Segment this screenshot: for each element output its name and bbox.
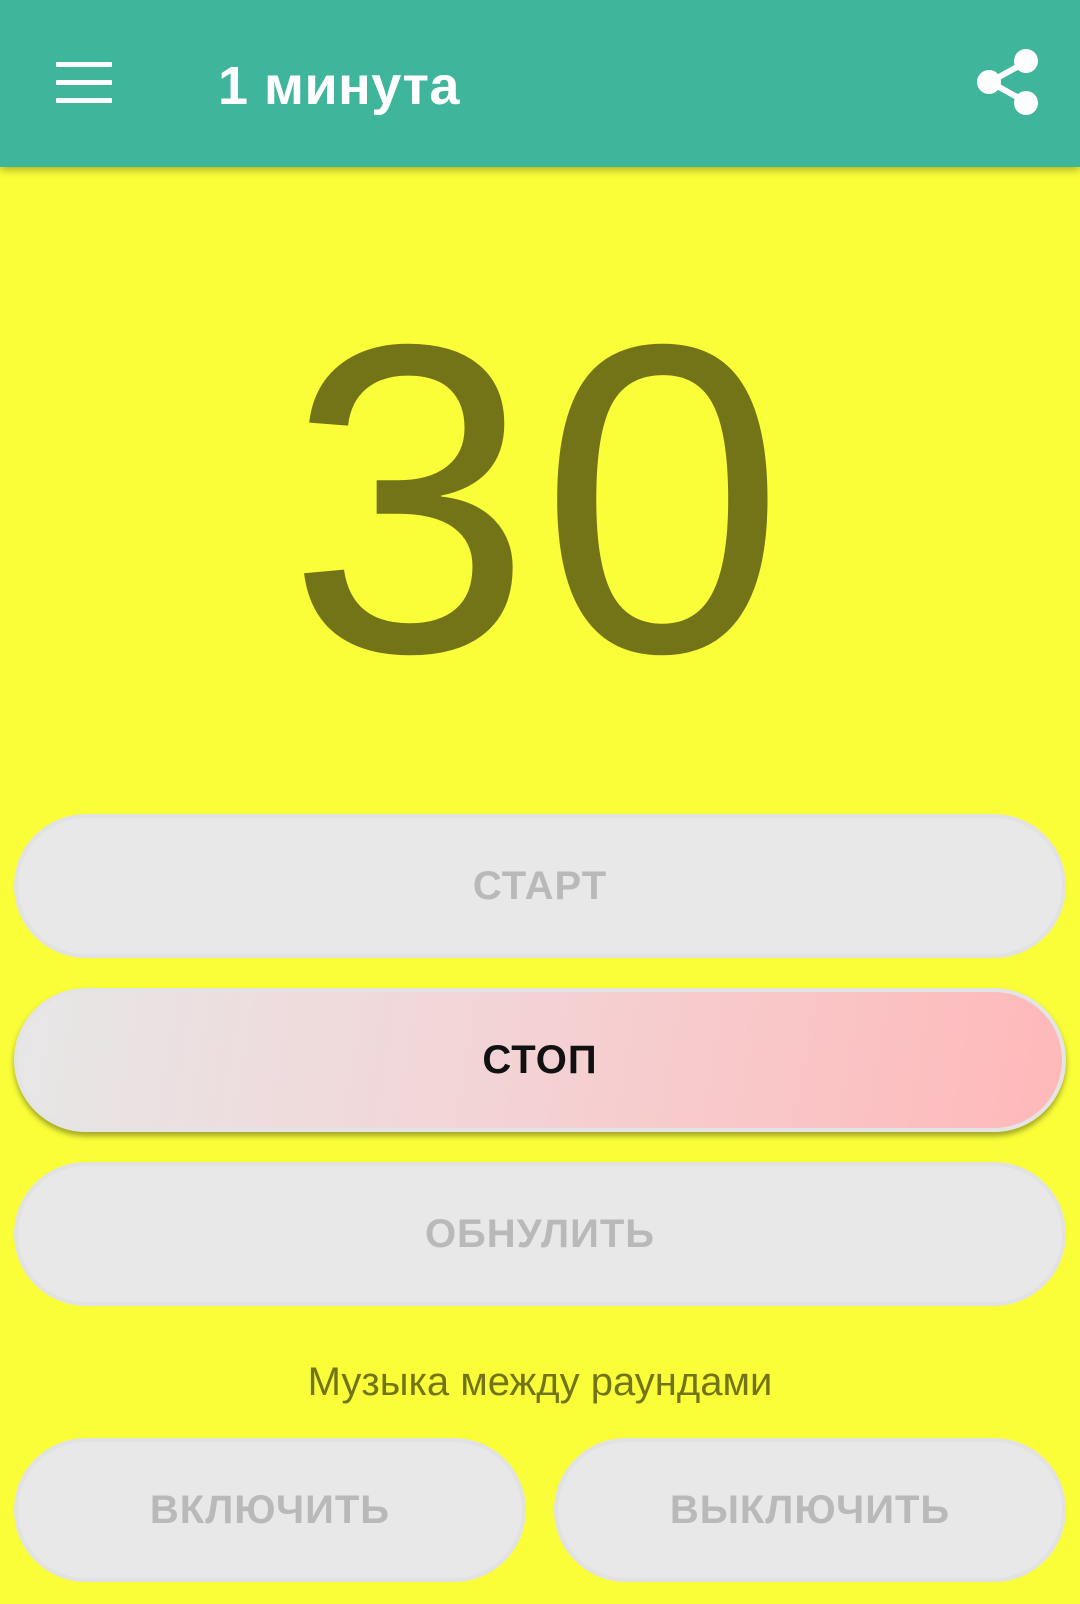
hamburger-menu-icon[interactable] <box>40 38 128 126</box>
share-icon[interactable] <box>968 40 1052 124</box>
app-bar: 1 минута <box>0 0 1080 167</box>
music-disable-button[interactable]: ВЫКЛЮЧИТЬ <box>554 1438 1066 1582</box>
music-between-rounds-label: Музыка между раундами <box>307 1360 773 1404</box>
menu-bar <box>56 62 112 67</box>
menu-bar <box>56 80 112 85</box>
share-icon-graphic <box>977 49 1038 115</box>
page-title: 1 минута <box>218 56 460 116</box>
start-button[interactable]: СТАРТ <box>14 814 1066 958</box>
menu-bar <box>56 98 112 103</box>
reset-button[interactable]: ОБНУЛИТЬ <box>14 1162 1066 1306</box>
countdown-timer: 30 <box>287 254 793 745</box>
music-enable-button[interactable]: ВКЛЮЧИТЬ <box>14 1438 526 1582</box>
stop-button[interactable]: СТОП <box>14 988 1066 1132</box>
